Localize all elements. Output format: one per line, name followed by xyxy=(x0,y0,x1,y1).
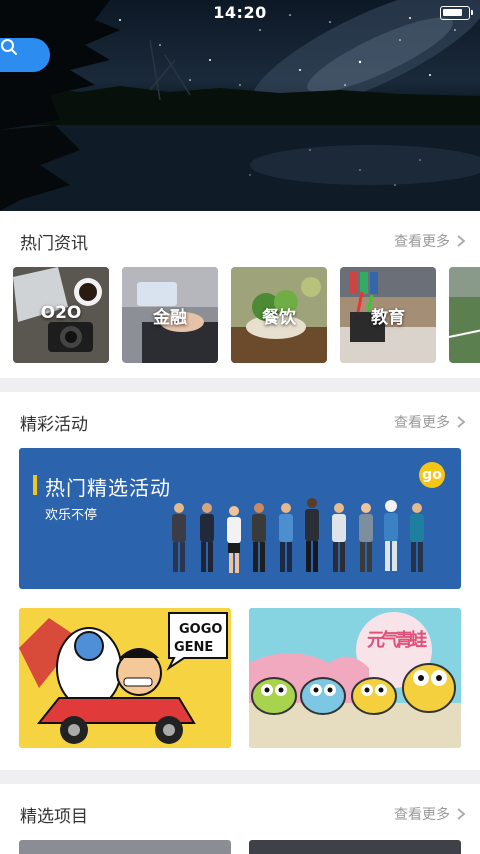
view-more-link[interactable]: 查看更多 xyxy=(394,412,468,432)
category-tile-sports[interactable] xyxy=(449,267,480,363)
battery-icon xyxy=(440,6,473,20)
category-tile-dining[interactable]: 餐饮 xyxy=(231,267,327,363)
gogo-text: GOGO xyxy=(179,622,222,637)
frog-activity-tile[interactable]: 元气青蛙 xyxy=(249,608,461,748)
section-title: 热门资讯 xyxy=(20,234,88,254)
project-card[interactable] xyxy=(249,840,461,854)
night-lake-image xyxy=(0,0,480,211)
view-more-label: 查看更多 xyxy=(394,234,450,250)
category-tile-o2o[interactable]: O2O xyxy=(13,267,109,363)
category-carousel[interactable]: O2O 金融 餐饮 教育 xyxy=(13,267,480,363)
frog-logo-text: 元气青蛙 xyxy=(367,629,427,651)
category-label: O2O xyxy=(40,303,82,323)
section-divider xyxy=(0,770,480,784)
gene-text: GENE xyxy=(174,640,213,655)
category-label: 教育 xyxy=(371,308,405,328)
section-title: 精彩活动 xyxy=(20,415,88,435)
status-time: 14:20 xyxy=(213,3,267,22)
cartoon-car-illustration: GOGO GENE xyxy=(19,608,231,748)
category-tile-education[interactable]: 教育 xyxy=(340,267,436,363)
hero-banner[interactable]: 14:20 xyxy=(0,0,480,211)
view-more-link[interactable]: 查看更多 xyxy=(394,231,468,251)
category-label: 金融 xyxy=(153,308,187,328)
sports-photo xyxy=(449,267,480,363)
project-card[interactable] xyxy=(19,840,231,854)
chevron-right-icon xyxy=(454,807,468,821)
chevron-right-icon xyxy=(454,415,468,429)
view-more-label: 查看更多 xyxy=(394,415,450,431)
section-title: 精选项目 xyxy=(20,807,88,827)
view-more-label: 查看更多 xyxy=(394,807,450,823)
category-tile-finance[interactable]: 金融 xyxy=(122,267,218,363)
chevron-right-icon xyxy=(454,234,468,248)
view-more-link[interactable]: 查看更多 xyxy=(394,804,468,824)
search-icon xyxy=(1,39,17,55)
gogo-gene-activity-tile[interactable]: GOGO GENE xyxy=(19,608,231,748)
business-people-illustration xyxy=(172,498,424,573)
category-label: 餐饮 xyxy=(262,308,296,328)
search-button[interactable] xyxy=(0,38,50,72)
section-divider xyxy=(0,378,480,392)
featured-activity-banner[interactable]: 热门精选活动 欢乐不停 go xyxy=(19,448,461,589)
cartoon-frogs-illustration: 元气青蛙 xyxy=(249,608,461,748)
